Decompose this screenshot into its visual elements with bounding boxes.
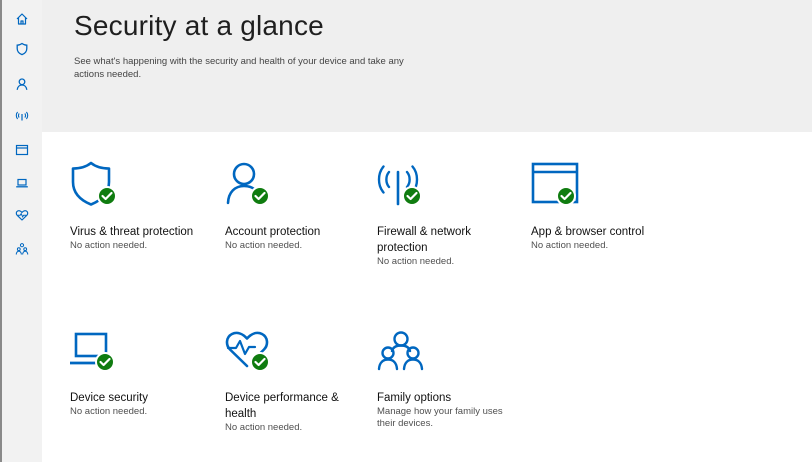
shield-icon [16, 42, 28, 56]
sidebar-item-family-options[interactable] [11, 238, 33, 260]
tile-status: No action needed. [531, 240, 609, 251]
tile-title-text: App & browser control [531, 226, 645, 238]
sidebar-item-device-performance[interactable] [11, 204, 33, 226]
tile-title: Device security No action needed. [70, 390, 210, 418]
shield-check-icon [71, 161, 117, 206]
tile-status: No action needed. [225, 240, 303, 251]
tile-status: No action needed. [70, 240, 148, 251]
family-icon [15, 243, 29, 255]
tile-title: Firewall & network protection No action … [377, 224, 517, 268]
tile-title-text: Account protection [225, 226, 321, 238]
tile-icon [225, 326, 277, 376]
sidebar-item-account-protection[interactable] [11, 73, 33, 95]
browser-check-icon [531, 162, 579, 206]
person-check-icon [226, 162, 270, 206]
wifi-icon [15, 111, 29, 121]
tile-icon [377, 160, 429, 210]
sidebar [2, 0, 42, 462]
tile-icon [531, 160, 583, 210]
page-subtitle: See what's happening with the security a… [74, 56, 404, 80]
tile-title: Family options Manage how your family us… [377, 390, 517, 430]
laptop-check-icon [70, 332, 115, 372]
tile-status: No action needed. [377, 256, 455, 267]
tile-status: No action needed. [225, 422, 303, 433]
tile-icon [377, 326, 429, 376]
sidebar-item-firewall[interactable] [11, 105, 33, 127]
tile-status: Manage how your family uses their device… [377, 406, 503, 429]
heart-icon [15, 210, 29, 221]
browser-icon [15, 144, 29, 156]
sidebar-item-home[interactable] [11, 8, 33, 30]
tile-title: Virus & threat protection No action need… [70, 224, 210, 252]
tile-title: Account protection No action needed. [225, 224, 365, 252]
page-header: Security at a glance See what's happenin… [42, 0, 812, 132]
heart-check-icon [225, 331, 270, 372]
tile-title-text: Virus & threat protection [70, 226, 194, 238]
tile-status: No action needed. [70, 406, 148, 417]
tile-title-text: Device security [70, 392, 148, 404]
tile-title: App & browser control No action needed. [531, 224, 671, 252]
person-icon [16, 78, 28, 90]
sidebar-item-virus-protection[interactable] [11, 38, 33, 60]
tile-title-text: Family options [377, 392, 452, 404]
tile-icon [70, 160, 122, 210]
windows-security-window: Security at a glance See what's happenin… [0, 0, 812, 462]
laptop-icon [16, 178, 28, 188]
sidebar-item-device-security[interactable] [11, 172, 33, 194]
page-title: Security at a glance [74, 10, 324, 41]
wifi-check-icon [377, 165, 422, 206]
tile-title: Device performance & health No action ne… [225, 390, 365, 434]
tile-icon [70, 326, 122, 376]
tile-title-text: Firewall & network protection [377, 226, 471, 254]
tile-icon [225, 160, 277, 210]
tile-title-text: Device performance & health [225, 392, 339, 420]
home-icon [16, 13, 28, 25]
sidebar-item-app-browser[interactable] [11, 139, 33, 161]
family-icon [377, 331, 424, 371]
